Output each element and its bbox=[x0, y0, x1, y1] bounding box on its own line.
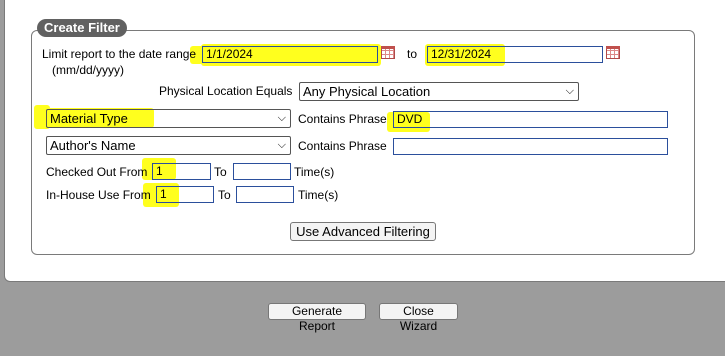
contains-phrase-input-1[interactable]: DVD bbox=[393, 111, 668, 128]
in-house-from-input[interactable]: 1 bbox=[156, 186, 214, 203]
checked-out-to-label: To bbox=[214, 165, 227, 179]
checked-out-suffix: Time(s) bbox=[294, 165, 335, 179]
filter-field-select-2[interactable]: Author's Name ⌵ bbox=[46, 136, 291, 155]
physical-location-value: Any Physical Location bbox=[303, 84, 431, 99]
contains-phrase-label-1: Contains Phrase bbox=[298, 112, 387, 126]
calendar-icon[interactable] bbox=[381, 46, 395, 59]
in-house-label: In-House Use From bbox=[46, 188, 151, 202]
close-wizard-button[interactable]: Close Wizard bbox=[379, 303, 458, 333]
chevron-down-icon: ⌵ bbox=[565, 85, 574, 97]
in-house-to-input[interactable] bbox=[236, 186, 294, 203]
checked-out-from-input[interactable]: 1 bbox=[152, 163, 211, 180]
physical-location-select[interactable]: Any Physical Location ⌵ bbox=[299, 82, 579, 101]
chevron-down-icon: ⌵ bbox=[277, 139, 286, 151]
in-house-suffix: Time(s) bbox=[298, 188, 339, 202]
date-range-label: Limit report to the date range bbox=[42, 47, 197, 61]
filter-field-value-1: Material Type bbox=[50, 111, 128, 126]
generate-report-button[interactable]: Generate Report bbox=[268, 303, 366, 333]
date-from-input[interactable]: 1/1/2024 bbox=[202, 46, 378, 63]
checked-out-label: Checked Out From bbox=[46, 165, 148, 179]
physical-location-label: Physical Location Equals bbox=[159, 84, 293, 98]
filter-field-value-2: Author's Name bbox=[50, 138, 136, 153]
date-to-label: to bbox=[407, 47, 418, 61]
contains-phrase-input-2[interactable] bbox=[393, 138, 668, 155]
date-format-hint: (mm/dd/yyyy) bbox=[52, 63, 124, 77]
filter-legend: Create Filter bbox=[37, 19, 127, 37]
checked-out-to-input[interactable] bbox=[233, 163, 291, 180]
in-house-to-label: To bbox=[218, 188, 231, 202]
date-to-input[interactable]: 12/31/2024 bbox=[427, 46, 603, 63]
advanced-filtering-button[interactable]: Use Advanced Filtering bbox=[290, 222, 436, 241]
calendar-icon[interactable] bbox=[606, 46, 620, 59]
chevron-down-icon: ⌵ bbox=[277, 112, 286, 124]
contains-phrase-label-2: Contains Phrase bbox=[298, 139, 387, 153]
filter-field-select-1[interactable]: Material Type ⌵ bbox=[46, 109, 291, 128]
